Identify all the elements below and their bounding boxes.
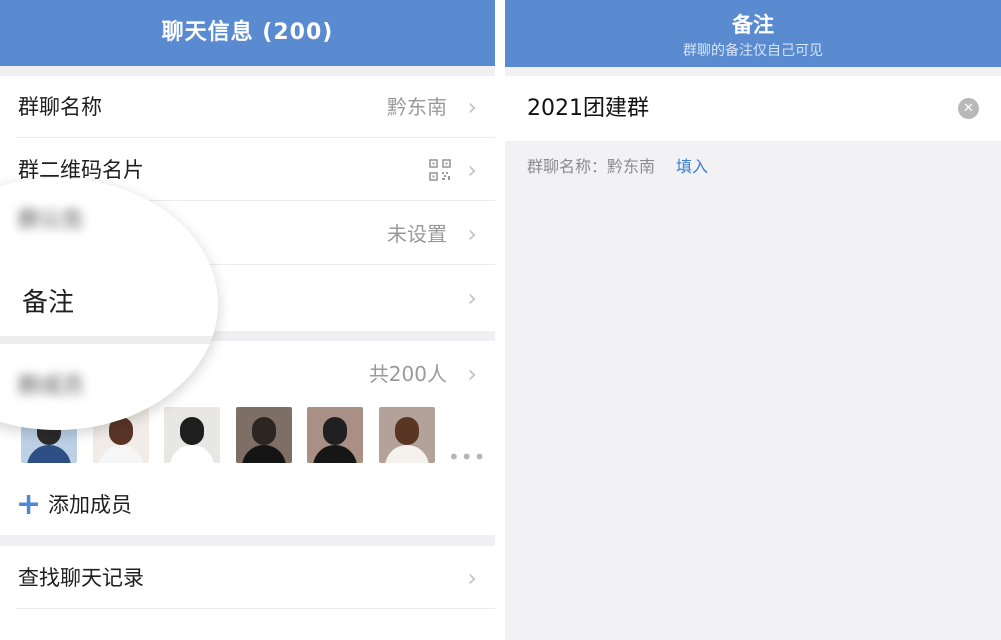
chat-info-title: 聊天信息 (200)	[161, 20, 334, 45]
chevron-right-icon: ›	[467, 360, 477, 388]
avatar-body	[170, 445, 214, 463]
magnified-section-gap	[0, 336, 218, 344]
chat-info-header: 聊天信息 (200)	[0, 0, 495, 66]
magnified-members-label: 群成员	[18, 374, 85, 399]
avatar-head	[394, 417, 419, 445]
avatar-body	[241, 445, 286, 463]
avatar[interactable]	[235, 407, 292, 463]
search-chat-history-row[interactable]: 查找聊天记录 ›	[0, 547, 495, 609]
remark-edit-screen: 备注 群聊的备注仅自己可见 2021团建群 ✕ 群聊名称：黔东南 填入	[505, 0, 1001, 640]
search-chat-history-label: 查找聊天记录	[18, 566, 144, 590]
avatar-body	[384, 445, 429, 463]
group-name-hint: 群聊名称：黔东南	[527, 157, 656, 176]
divider	[16, 137, 495, 138]
chat-info-screen: 聊天信息 (200) 群聊名称 黔东南 › 群二维码名片 › 群公告 未设置 ›…	[0, 0, 495, 640]
magnified-announcement-label: 群公告	[18, 208, 85, 233]
avatar[interactable]	[378, 407, 435, 463]
avatar-head	[180, 417, 204, 445]
remark-input[interactable]: 2021团建群 ✕	[505, 76, 1001, 141]
chevron-right-icon: ›	[467, 220, 477, 248]
divider	[16, 608, 495, 609]
avatar-head	[323, 417, 347, 445]
clear-icon[interactable]: ✕	[958, 98, 979, 119]
avatar-body	[313, 445, 357, 463]
remark-subtitle: 群聊的备注仅自己可见	[683, 43, 823, 59]
more-dots-icon[interactable]: •••	[448, 447, 486, 467]
plus-icon: +	[16, 487, 42, 522]
avatar[interactable]	[164, 407, 220, 463]
group-name-row[interactable]: 群聊名称 黔东南 ›	[0, 76, 495, 138]
chevron-right-icon: ›	[467, 284, 477, 312]
group-announcement-value: 未设置	[387, 222, 447, 246]
avatar-head	[251, 417, 276, 445]
group-name-label: 群聊名称	[18, 95, 102, 119]
members-count: 共200人	[368, 362, 447, 386]
chevron-right-icon: ›	[467, 93, 477, 121]
remark-input-value[interactable]: 2021团建群	[527, 76, 649, 141]
panel-gutter	[495, 0, 505, 640]
qr-code-icon	[429, 159, 451, 181]
remark-title: 备注	[732, 13, 774, 37]
group-name-value: 黔东南	[387, 95, 447, 119]
avatar-body	[98, 445, 143, 463]
fill-in-button[interactable]: 填入	[676, 153, 708, 177]
chevron-right-icon: ›	[467, 156, 477, 184]
remark-header: 备注 群聊的备注仅自己可见	[505, 0, 1001, 67]
add-member-label: 添加成员	[48, 493, 132, 517]
chevron-right-icon: ›	[467, 564, 477, 592]
avatar[interactable]	[307, 407, 363, 463]
magnified-remark-label: 备注	[22, 288, 75, 318]
avatar-body	[27, 445, 71, 463]
